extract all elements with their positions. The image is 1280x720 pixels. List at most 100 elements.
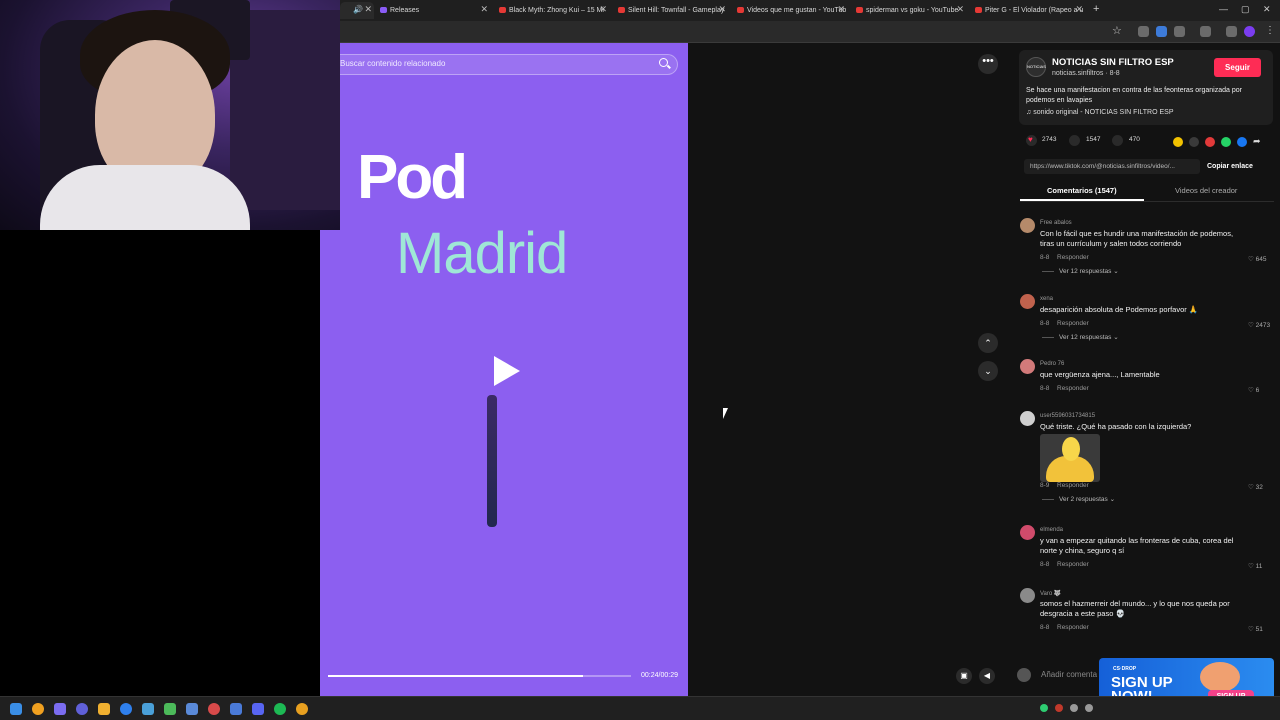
comment-username[interactable]: user5596031734815 bbox=[1040, 413, 1095, 419]
bookmark-star-icon[interactable]: ☆ bbox=[1112, 24, 1122, 37]
heart-icon[interactable]: ♥ bbox=[1026, 135, 1037, 146]
tray-icon[interactable] bbox=[1070, 704, 1078, 712]
chrome-icon[interactable] bbox=[296, 703, 308, 715]
video-progress-bar[interactable] bbox=[328, 675, 631, 677]
copy-link-button[interactable]: Copiar enlace bbox=[1207, 163, 1253, 170]
tab-silent-hill[interactable]: Silent Hill: Townfall - Gameplay ✕ bbox=[616, 2, 728, 19]
view-replies-button[interactable]: Ver 12 respuestas ⌄ bbox=[1059, 267, 1119, 275]
extension-icon[interactable] bbox=[1138, 26, 1149, 37]
discord-icon[interactable] bbox=[252, 703, 264, 715]
comment-avatar[interactable] bbox=[1020, 411, 1035, 426]
follow-button[interactable]: Seguir bbox=[1214, 58, 1261, 77]
play-icon[interactable] bbox=[494, 356, 520, 386]
close-icon[interactable]: ✕ bbox=[364, 4, 372, 15]
tab-active-tiktok[interactable]: 🔊 ✕ bbox=[340, 2, 374, 19]
extension-icon[interactable] bbox=[1156, 26, 1167, 37]
send-icon[interactable] bbox=[1205, 137, 1215, 147]
app-icon[interactable] bbox=[230, 703, 242, 715]
comment-sticker-image[interactable] bbox=[1040, 434, 1100, 482]
tab-videos[interactable]: Videos que me gustan - YouTub ✕ bbox=[735, 2, 847, 19]
video-link-field[interactable]: https://www.tiktok.com/@noticias.sinfilt… bbox=[1024, 159, 1200, 174]
author-avatar[interactable]: NOTICIAS bbox=[1026, 57, 1046, 77]
app-icon[interactable] bbox=[76, 703, 88, 715]
emoji-share-icon[interactable] bbox=[1173, 137, 1183, 147]
profile-icon[interactable] bbox=[1226, 26, 1237, 37]
more-options-button[interactable]: ••• bbox=[978, 54, 998, 74]
close-icon[interactable]: ✕ bbox=[837, 4, 845, 15]
new-tab-button[interactable]: + bbox=[1093, 3, 1099, 15]
bookmarks-icon[interactable] bbox=[1200, 26, 1211, 37]
comment-avatar[interactable] bbox=[1020, 218, 1035, 233]
app-icon[interactable] bbox=[98, 703, 110, 715]
view-replies-button[interactable]: Ver 2 respuestas ⌄ bbox=[1059, 495, 1115, 503]
search-icon[interactable] bbox=[659, 58, 668, 67]
reply-button[interactable]: Responder bbox=[1057, 320, 1089, 327]
tab-comments[interactable]: Comentarios (1547) bbox=[1047, 186, 1117, 195]
close-icon[interactable]: ✕ bbox=[1075, 4, 1083, 15]
comment-like-button[interactable]: ♡ 645 bbox=[1248, 255, 1266, 263]
tray-icon[interactable] bbox=[1085, 704, 1093, 712]
comment-username[interactable]: Free abalos bbox=[1040, 220, 1072, 226]
sound-link[interactable]: ♫ sonido original - NOTICIAS SIN FILTRO … bbox=[1026, 109, 1174, 116]
tab-spiderman[interactable]: spiderman vs goku - YouTube ✕ bbox=[854, 2, 966, 19]
comment-like-button[interactable]: ♡ 11 bbox=[1248, 562, 1262, 570]
tab-releases[interactable]: Releases ✕ bbox=[378, 2, 490, 19]
close-icon[interactable]: ✕ bbox=[718, 4, 726, 15]
comment-like-button[interactable]: ♡ 51 bbox=[1248, 625, 1263, 633]
previous-video-button[interactable]: ⌃ bbox=[978, 333, 998, 353]
comment-like-button[interactable]: ♡ 2473 bbox=[1248, 321, 1270, 329]
menu-icon[interactable]: ⋮ bbox=[1265, 25, 1275, 36]
comment-username[interactable]: xena bbox=[1040, 296, 1053, 302]
reply-button[interactable]: Responder bbox=[1057, 624, 1089, 631]
embed-icon[interactable] bbox=[1189, 137, 1199, 147]
volume-icon[interactable]: ◀ bbox=[979, 668, 995, 684]
reply-button[interactable]: Responder bbox=[1057, 254, 1089, 261]
reply-button[interactable]: Responder bbox=[1057, 482, 1089, 489]
tray-icon[interactable] bbox=[1055, 704, 1063, 712]
share-arrow-icon[interactable]: ➦ bbox=[1253, 136, 1261, 147]
comment-username[interactable]: elmenda bbox=[1040, 527, 1063, 533]
minimize-button[interactable]: — bbox=[1219, 4, 1228, 14]
avatar-icon[interactable] bbox=[1244, 26, 1255, 37]
app-icon[interactable] bbox=[54, 703, 66, 715]
close-icon[interactable]: ✕ bbox=[599, 4, 607, 15]
bookmark-icon[interactable] bbox=[1112, 135, 1123, 146]
windows-start-icon[interactable] bbox=[10, 703, 22, 715]
comment-avatar[interactable] bbox=[1020, 294, 1035, 309]
tray-icon[interactable] bbox=[1040, 704, 1048, 712]
author-name[interactable]: NOTICIAS SIN FILTRO ESP bbox=[1052, 57, 1174, 68]
author-handle: noticias.sinfiltros · 8-8 bbox=[1052, 70, 1120, 77]
app-icon[interactable] bbox=[120, 703, 132, 715]
whatsapp-icon[interactable] bbox=[1221, 137, 1231, 147]
app-icon[interactable] bbox=[186, 703, 198, 715]
puzzle-icon[interactable] bbox=[1174, 26, 1185, 37]
reply-button[interactable]: Responder bbox=[1057, 385, 1089, 392]
close-icon[interactable]: ✕ bbox=[956, 4, 964, 15]
close-window-button[interactable]: ✕ bbox=[1263, 4, 1271, 15]
steam-icon[interactable] bbox=[142, 703, 154, 715]
reply-button[interactable]: Responder bbox=[1057, 561, 1089, 568]
spotify-icon[interactable] bbox=[274, 703, 286, 715]
maximize-button[interactable]: ▢ bbox=[1241, 4, 1250, 15]
comment-username[interactable]: Varo 🐺 bbox=[1040, 590, 1061, 597]
tab-black-myth[interactable]: Black Myth: Zhong Kui – 15 Mi ✕ bbox=[497, 2, 609, 19]
comment-username[interactable]: Pedro 76 bbox=[1040, 361, 1064, 367]
facebook-icon[interactable] bbox=[1237, 137, 1247, 147]
search-icon[interactable] bbox=[32, 703, 44, 715]
comment-icon[interactable] bbox=[1069, 135, 1080, 146]
view-replies-button[interactable]: Ver 12 respuestas ⌄ bbox=[1059, 333, 1119, 341]
close-icon[interactable]: ✕ bbox=[480, 4, 488, 15]
comment-like-button[interactable]: ♡ 32 bbox=[1248, 483, 1263, 491]
speaker-icon[interactable]: 🔊 bbox=[353, 5, 363, 14]
comment-avatar[interactable] bbox=[1020, 359, 1035, 374]
comment-avatar[interactable] bbox=[1020, 525, 1035, 540]
comment-avatar[interactable] bbox=[1020, 588, 1035, 603]
app-icon[interactable] bbox=[164, 703, 176, 715]
tab-piter-g[interactable]: Piter G - El Violador (Rapeo a u ✕ bbox=[973, 2, 1085, 19]
miniplayer-icon[interactable]: ▣ bbox=[956, 668, 972, 684]
youtube-icon bbox=[856, 7, 863, 13]
app-icon[interactable] bbox=[208, 703, 220, 715]
tab-creator-videos[interactable]: Videos del creador bbox=[1175, 186, 1237, 195]
comment-like-button[interactable]: ♡ 6 bbox=[1248, 386, 1259, 394]
next-video-button[interactable]: ⌄ bbox=[978, 361, 998, 381]
